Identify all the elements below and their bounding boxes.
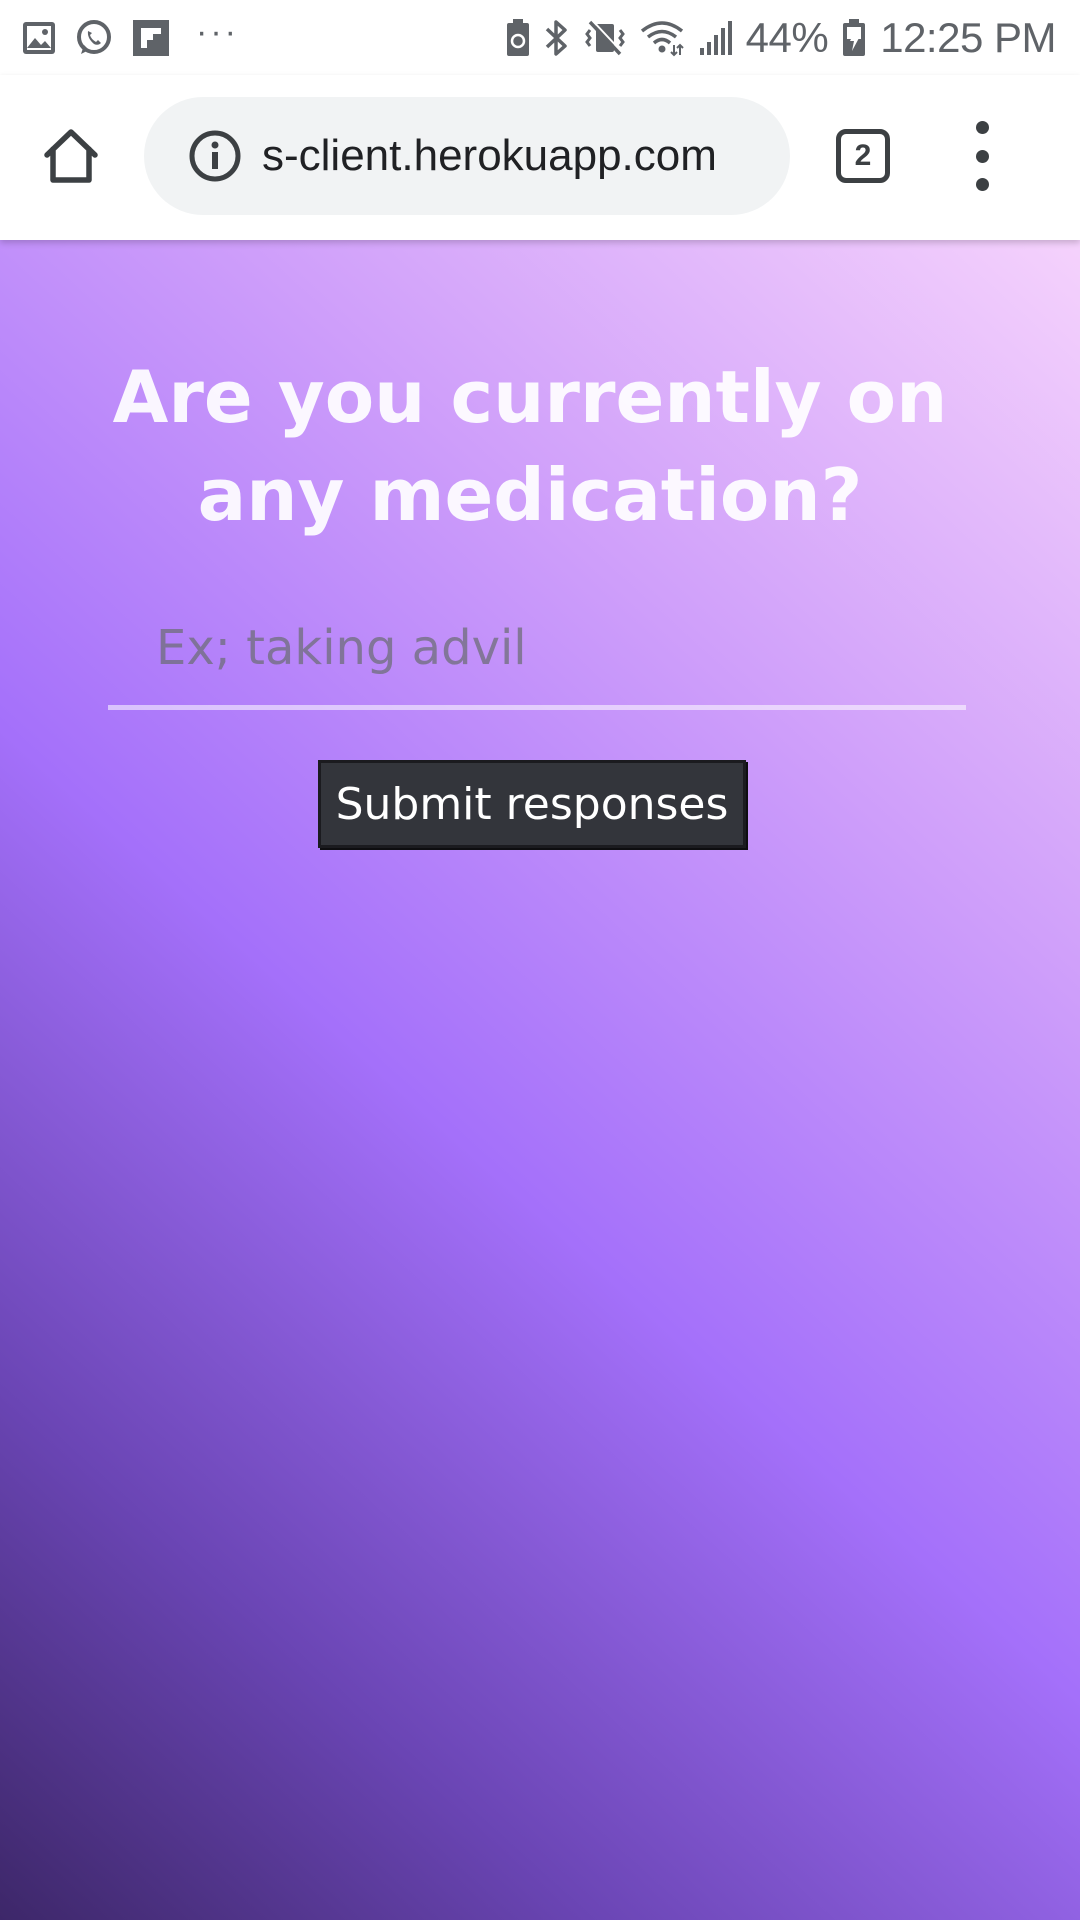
more-vert-icon[interactable]	[962, 121, 1002, 191]
battery-saver-icon	[506, 19, 530, 57]
whatsapp-icon	[74, 18, 114, 58]
url-text[interactable]: s-client.herokuapp.com	[262, 97, 760, 215]
home-button[interactable]	[36, 121, 106, 191]
vibrate-icon	[584, 18, 626, 58]
flipboard-icon	[132, 19, 170, 57]
browser-toolbar: s-client.herokuapp.com 2	[0, 75, 1080, 240]
info-icon[interactable]	[188, 129, 242, 183]
menu-dot	[975, 178, 989, 191]
medication-input[interactable]	[108, 590, 966, 710]
battery-icon	[842, 19, 866, 57]
address-bar[interactable]: s-client.herokuapp.com	[144, 97, 790, 215]
battery-percentage: 44%	[745, 14, 829, 61]
phone-screen: ··· 44% 12:25 PM s-client.herokuapp.com …	[0, 0, 1080, 1920]
menu-dot	[975, 149, 989, 163]
home-icon	[44, 129, 98, 183]
gallery-icon	[22, 21, 56, 55]
system-indicators: 44% 12:25 PM	[506, 14, 1056, 62]
url-value: s-client.herokuapp.com	[262, 131, 717, 180]
more-notifications-indicator: ···	[196, 12, 239, 51]
menu-dot	[975, 121, 989, 134]
survey-page: Are you currently on any medication? Sub…	[0, 240, 1080, 1920]
wifi-icon	[640, 19, 684, 57]
clock: 12:25 PM	[880, 14, 1056, 61]
question-heading: Are you currently on any medication?	[112, 355, 948, 537]
bluetooth-icon	[544, 18, 570, 58]
tab-switcher-button[interactable]: 2	[836, 129, 890, 183]
tab-count: 2	[854, 139, 872, 172]
signal-icon	[698, 20, 732, 56]
notification-icons: ···	[22, 12, 239, 62]
submit-responses-button[interactable]: Submit responses	[318, 760, 746, 848]
status-bar: ··· 44% 12:25 PM	[0, 0, 1080, 75]
